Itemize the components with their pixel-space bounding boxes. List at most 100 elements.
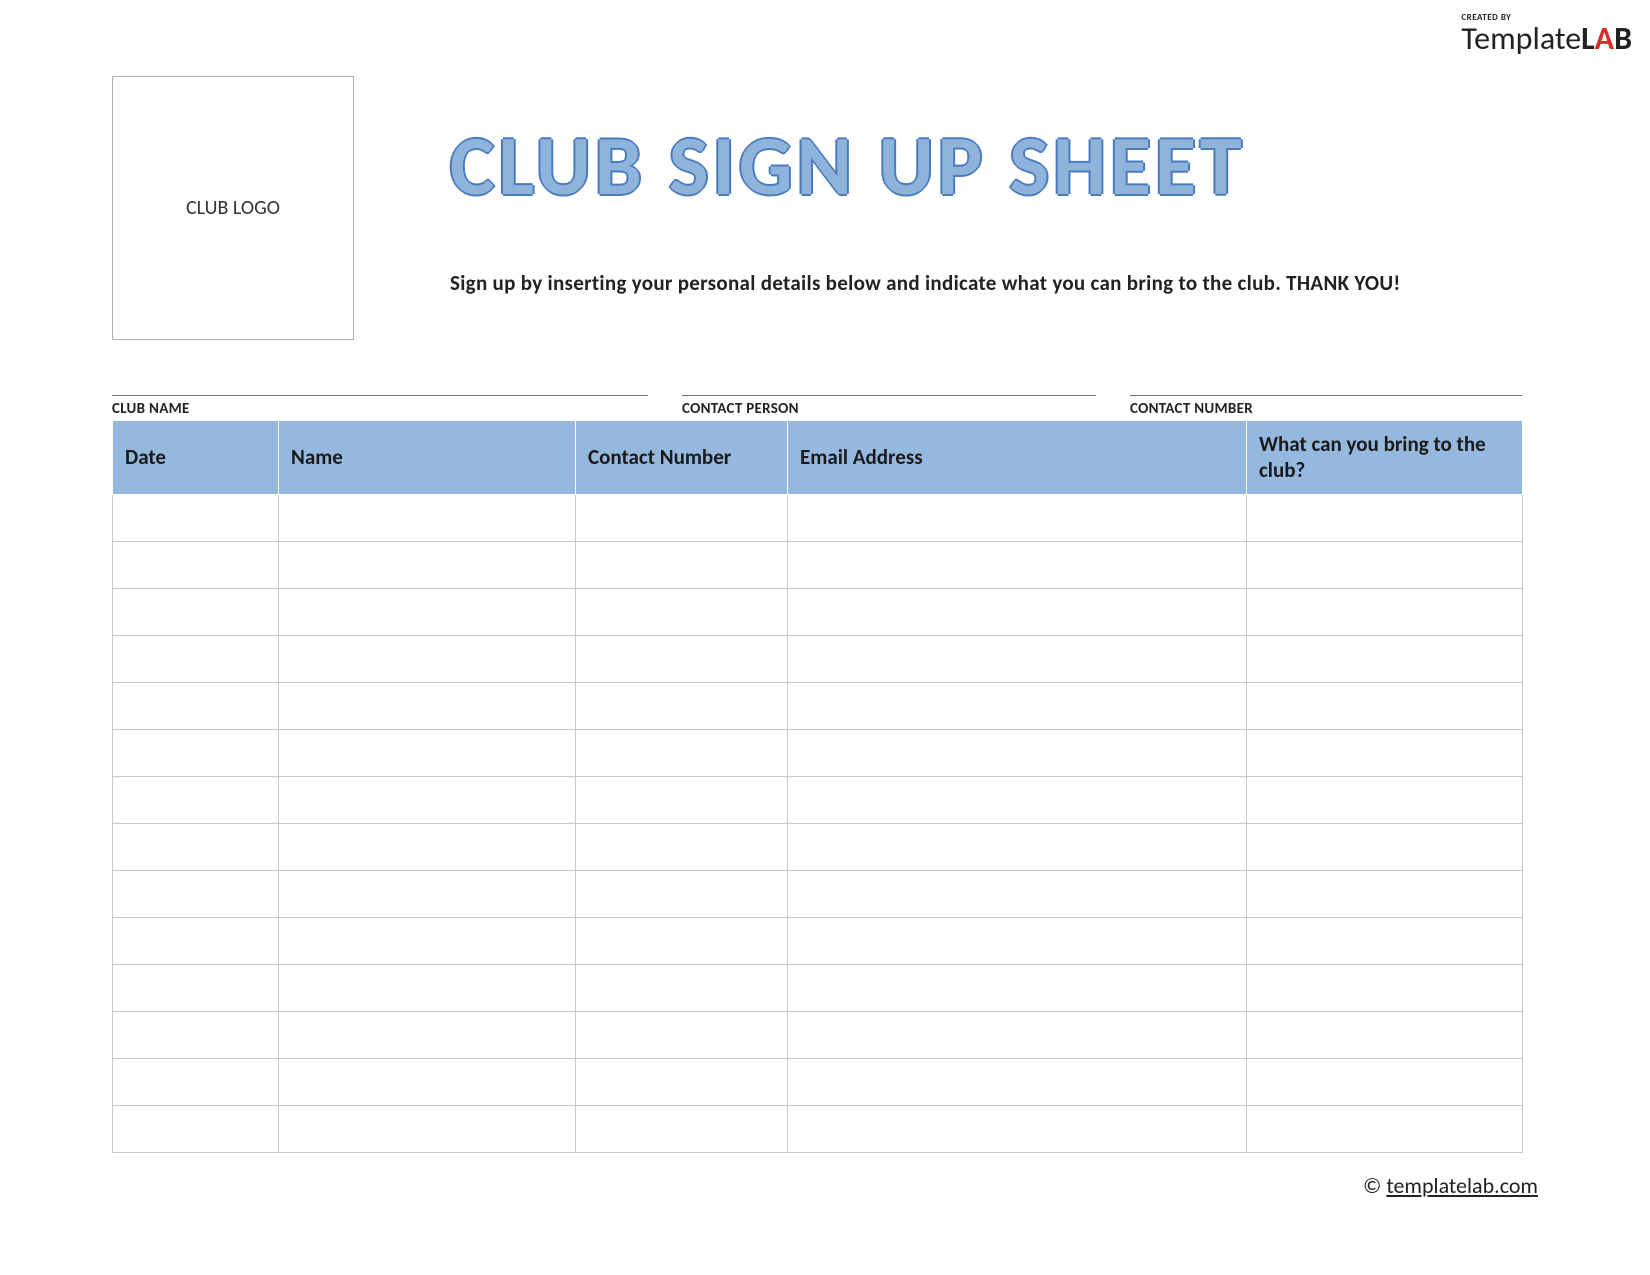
cell-contact[interactable] (576, 964, 788, 1011)
signup-table-wrap: Date Name Contact Number Email Address W… (112, 420, 1522, 1153)
meta-row: CLUB NAME CONTACT PERSON CONTACT NUMBER (112, 382, 1522, 418)
cell-contact[interactable] (576, 588, 788, 635)
cell-bring[interactable] (1247, 1105, 1523, 1152)
cell-date[interactable] (113, 541, 279, 588)
cell-date[interactable] (113, 635, 279, 682)
cell-bring[interactable] (1247, 870, 1523, 917)
cell-name[interactable] (279, 1011, 576, 1058)
cell-date[interactable] (113, 964, 279, 1011)
cell-email[interactable] (788, 870, 1247, 917)
contact-number-field[interactable]: CONTACT NUMBER (1130, 382, 1522, 418)
cell-bring[interactable] (1247, 635, 1523, 682)
club-name-field[interactable]: CLUB NAME (112, 382, 648, 418)
cell-email[interactable] (788, 917, 1247, 964)
cell-email[interactable] (788, 635, 1247, 682)
table-row (113, 776, 1523, 823)
table-body (113, 494, 1523, 1152)
cell-date[interactable] (113, 1105, 279, 1152)
cell-contact[interactable] (576, 494, 788, 541)
cell-contact[interactable] (576, 1058, 788, 1105)
cell-contact[interactable] (576, 682, 788, 729)
cell-contact[interactable] (576, 823, 788, 870)
cell-bring[interactable] (1247, 823, 1523, 870)
subtitle: Sign up by inserting your personal detai… (450, 270, 1538, 296)
cell-contact[interactable] (576, 870, 788, 917)
table-row (113, 964, 1523, 1011)
cell-date[interactable] (113, 776, 279, 823)
cell-name[interactable] (279, 1058, 576, 1105)
th-email: Email Address (788, 421, 1247, 495)
table-row (113, 494, 1523, 541)
cell-bring[interactable] (1247, 1058, 1523, 1105)
cell-date[interactable] (113, 494, 279, 541)
cell-bring[interactable] (1247, 729, 1523, 776)
contact-person-value (682, 382, 1096, 396)
cell-email[interactable] (788, 682, 1247, 729)
cell-name[interactable] (279, 682, 576, 729)
club-logo-label: CLUB LOGO (186, 196, 280, 220)
cell-name[interactable] (279, 635, 576, 682)
cell-contact[interactable] (576, 917, 788, 964)
cell-name[interactable] (279, 776, 576, 823)
cell-email[interactable] (788, 729, 1247, 776)
cell-bring[interactable] (1247, 917, 1523, 964)
cell-date[interactable] (113, 588, 279, 635)
cell-bring[interactable] (1247, 682, 1523, 729)
cell-name[interactable] (279, 494, 576, 541)
cell-contact[interactable] (576, 1011, 788, 1058)
brand-part2: L (1581, 19, 1595, 58)
cell-date[interactable] (113, 823, 279, 870)
footer-link[interactable]: templatelab.com (1386, 1172, 1538, 1199)
table-row (113, 541, 1523, 588)
cell-date[interactable] (113, 870, 279, 917)
th-contact: Contact Number (576, 421, 788, 495)
brand-name: TemplateLAB (1461, 23, 1632, 55)
table-row (113, 1011, 1523, 1058)
th-date: Date (113, 421, 279, 495)
cell-email[interactable] (788, 1105, 1247, 1152)
table-row (113, 588, 1523, 635)
cell-bring[interactable] (1247, 964, 1523, 1011)
cell-bring[interactable] (1247, 541, 1523, 588)
cell-date[interactable] (113, 682, 279, 729)
cell-date[interactable] (113, 917, 279, 964)
table-row (113, 1105, 1523, 1152)
cell-email[interactable] (788, 1011, 1247, 1058)
cell-email[interactable] (788, 823, 1247, 870)
cell-bring[interactable] (1247, 1011, 1523, 1058)
cell-contact[interactable] (576, 776, 788, 823)
table-row (113, 870, 1523, 917)
contact-person-field[interactable]: CONTACT PERSON (682, 382, 1096, 418)
cell-name[interactable] (279, 870, 576, 917)
cell-contact[interactable] (576, 541, 788, 588)
cell-email[interactable] (788, 1058, 1247, 1105)
cell-name[interactable] (279, 823, 576, 870)
cell-name[interactable] (279, 729, 576, 776)
cell-date[interactable] (113, 729, 279, 776)
cell-name[interactable] (279, 541, 576, 588)
cell-email[interactable] (788, 964, 1247, 1011)
cell-date[interactable] (113, 1058, 279, 1105)
contact-number-label: CONTACT NUMBER (1130, 400, 1522, 418)
contact-person-label: CONTACT PERSON (682, 400, 1096, 418)
cell-name[interactable] (279, 917, 576, 964)
table-header-row: Date Name Contact Number Email Address W… (113, 421, 1523, 495)
cell-contact[interactable] (576, 635, 788, 682)
cell-bring[interactable] (1247, 588, 1523, 635)
cell-email[interactable] (788, 494, 1247, 541)
cell-email[interactable] (788, 541, 1247, 588)
cell-name[interactable] (279, 1105, 576, 1152)
cell-email[interactable] (788, 588, 1247, 635)
cell-contact[interactable] (576, 729, 788, 776)
page-title: CLUB SIGN UP SHEET (450, 124, 1538, 208)
cell-bring[interactable] (1247, 494, 1523, 541)
cell-bring[interactable] (1247, 776, 1523, 823)
th-name: Name (279, 421, 576, 495)
cell-contact[interactable] (576, 1105, 788, 1152)
cell-name[interactable] (279, 964, 576, 1011)
brand-part1: Template (1461, 19, 1581, 58)
cell-name[interactable] (279, 588, 576, 635)
cell-email[interactable] (788, 776, 1247, 823)
club-logo-placeholder[interactable]: CLUB LOGO (112, 76, 354, 340)
cell-date[interactable] (113, 1011, 279, 1058)
